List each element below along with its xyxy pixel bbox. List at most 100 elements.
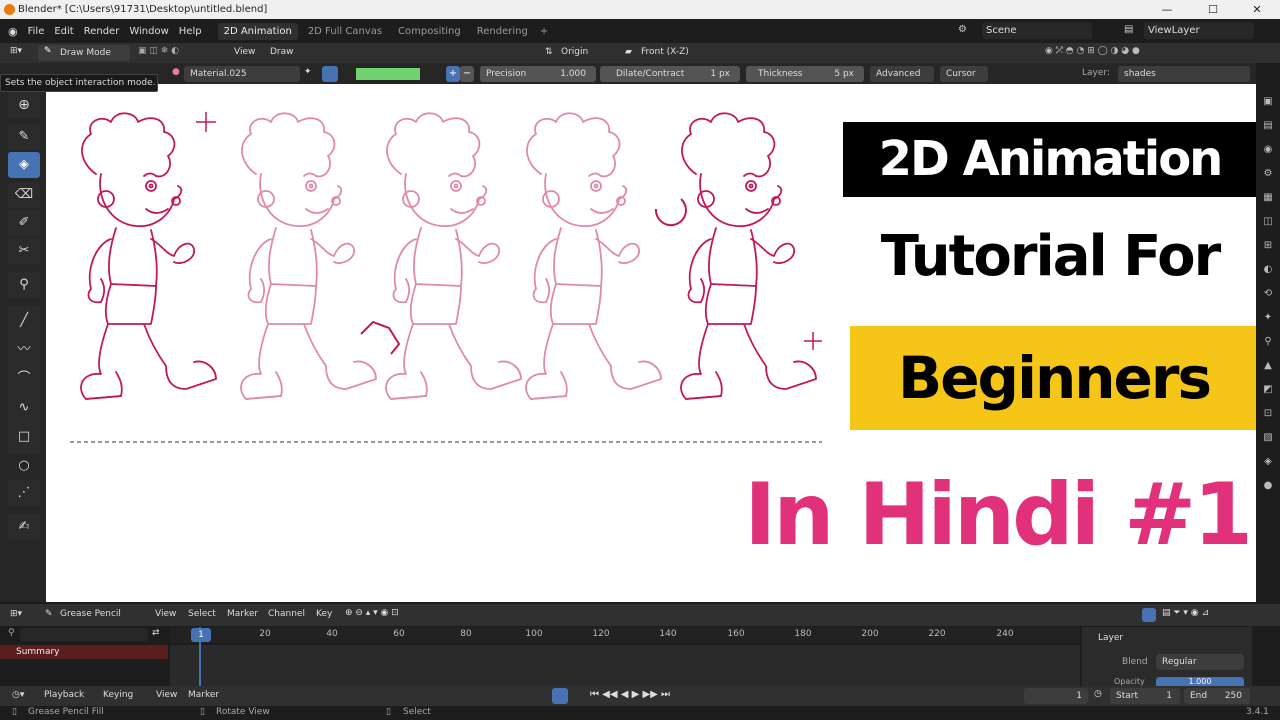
timeline-key-menu[interactable]: Key bbox=[316, 609, 332, 619]
advanced-dropdown[interactable]: Advanced bbox=[870, 66, 934, 82]
layer-panel-title[interactable]: Layer bbox=[1098, 633, 1123, 643]
properties-tabs: ▣ ▤ ◉ ⚙ ▦ ◫ ⊞ ◐ ⟲ ✦ ⚲ ▲ ◩ ⊡ ▧ ◈ ● bbox=[1256, 84, 1280, 602]
tab-rendering[interactable]: Rendering bbox=[471, 23, 534, 40]
blender-menu-icon[interactable]: ◉ bbox=[8, 25, 18, 38]
keying-menu[interactable]: Keying bbox=[103, 690, 133, 700]
orientation-selector[interactable]: Front (X-Z) bbox=[641, 47, 689, 57]
mouse-left-icon: ▯ bbox=[12, 707, 17, 717]
color-swatch[interactable] bbox=[356, 68, 420, 80]
tab-2d-full-canvas[interactable]: 2D Full Canvas bbox=[302, 23, 388, 40]
viewport[interactable]: 2D Animation Tutorial For Beginners In H… bbox=[46, 84, 1258, 602]
playback-menu[interactable]: Playback bbox=[44, 690, 84, 700]
tint-tool-icon[interactable]: ✐ bbox=[8, 210, 40, 236]
layer-add-remove-icons[interactable]: ⊕ ⊖ ▴ ▾ ◉ ⊡ bbox=[345, 608, 399, 618]
precision-field[interactable]: Precision 1.000 bbox=[480, 66, 596, 82]
keyframe-tracks[interactable] bbox=[170, 645, 1080, 687]
transport-controls[interactable]: ⏮ ◀◀ ◀ ▶ ▶▶ ⏭ bbox=[590, 689, 670, 700]
filter-selected-icon[interactable] bbox=[1142, 608, 1156, 622]
window-title: Blender* [C:\Users\91731\Desktop\untitle… bbox=[18, 4, 268, 15]
cursor-dropdown[interactable]: Cursor bbox=[940, 66, 988, 82]
pencil-mode-icon: ✎ bbox=[44, 46, 52, 56]
editor-mode-selector[interactable]: Grease Pencil bbox=[60, 609, 121, 619]
tick-label: 120 bbox=[592, 629, 610, 639]
timeline-marker-menu[interactable]: Marker bbox=[227, 609, 258, 619]
scene-selector[interactable]: Scene bbox=[982, 22, 1092, 39]
timeline-select-menu[interactable]: Select bbox=[188, 609, 216, 619]
timeline-channel-menu[interactable]: Channel bbox=[268, 609, 305, 619]
menu-window[interactable]: Window bbox=[129, 26, 168, 37]
minus-icon[interactable]: − bbox=[460, 66, 474, 82]
origin-selector[interactable]: Origin bbox=[561, 47, 588, 57]
layer-selector[interactable]: shades bbox=[1118, 66, 1250, 82]
tool-header: ⊞▾ Draw Mode ✎ ▣ ◫ ❄ ◐ View Draw ⇅ Origi… bbox=[0, 43, 1280, 63]
add-workspace-button[interactable]: + bbox=[534, 23, 554, 40]
timeline-type-icon[interactable]: ◷▾ bbox=[12, 690, 24, 700]
menu-file[interactable]: File bbox=[28, 26, 45, 37]
editor-type-icon[interactable]: ⊞▾ bbox=[10, 46, 22, 56]
layer-panel: Layer Blend Regular Opacity 1.000 bbox=[1082, 627, 1252, 687]
thickness-field[interactable]: Thickness 5 px bbox=[746, 66, 864, 82]
dopesheet-type-icon[interactable]: ⊞▾ bbox=[10, 609, 22, 619]
minimize-button[interactable]: — bbox=[1144, 0, 1190, 19]
draw-tool-icon[interactable]: ✎ bbox=[8, 124, 40, 150]
annotate-tool-icon[interactable]: ✍ bbox=[8, 514, 40, 540]
mode-selector[interactable]: Draw Mode bbox=[38, 45, 130, 61]
boy-frame-5 bbox=[680, 112, 817, 400]
tick-label: 220 bbox=[928, 629, 946, 639]
current-frame-indicator[interactable]: 1 bbox=[191, 628, 211, 642]
shape-tools[interactable]: ╱ 〰 ⌒ ∿ □ ○ bbox=[8, 306, 40, 473]
cursor-tool-icon[interactable]: ⊕ bbox=[8, 92, 40, 118]
boy-frame-3 bbox=[385, 112, 522, 400]
pin-icon[interactable]: ✦ bbox=[304, 67, 312, 77]
filter-icons[interactable]: ▤ ⏷ ▾ ◉ ⊿ bbox=[1162, 608, 1209, 618]
properties-tab-icons[interactable]: ▣ ▤ ◉ ⚙ ▦ ◫ ⊞ ◐ ⟲ ✦ ⚲ ▲ ◩ ⊡ ▧ ◈ ● bbox=[1256, 84, 1280, 498]
tick-label: 240 bbox=[996, 629, 1014, 639]
fill-tool-icon[interactable]: ◈ bbox=[8, 152, 40, 178]
end-frame-field[interactable]: End 250 bbox=[1184, 688, 1250, 704]
title-line-1: 2D Animation bbox=[843, 122, 1257, 197]
record-button[interactable] bbox=[552, 688, 568, 704]
start-frame-field[interactable]: Start 1 bbox=[1110, 688, 1180, 704]
channel-search-input[interactable] bbox=[20, 628, 148, 641]
maximize-button[interactable]: ☐ bbox=[1190, 0, 1236, 19]
blend-dropdown[interactable]: Regular bbox=[1156, 654, 1244, 670]
menu-help[interactable]: Help bbox=[179, 26, 202, 37]
tab-2d-animation[interactable]: 2D Animation bbox=[217, 22, 298, 40]
tick-label: 180 bbox=[794, 629, 812, 639]
edit-toggle-icons[interactable]: ▣ ◫ ❄ ◐ bbox=[138, 46, 179, 56]
current-frame-field[interactable]: 1 bbox=[1024, 688, 1088, 704]
interpolate-tool-icon[interactable]: ⋰ bbox=[8, 480, 40, 506]
erase-tool-icon[interactable]: ⌫ bbox=[8, 182, 40, 208]
timeline-view-menu[interactable]: View bbox=[155, 609, 176, 619]
orientation-icon: ▰ bbox=[625, 47, 632, 57]
status-bar: ▯ Grease Pencil Fill ▯ Rotate View ▯ Sel… bbox=[0, 706, 1280, 720]
cutter-tool-icon[interactable]: ✂ bbox=[8, 238, 40, 264]
menu-render[interactable]: Render bbox=[84, 26, 120, 37]
summary-channel[interactable]: Summary bbox=[0, 645, 168, 659]
search-icon[interactable]: ⚲ bbox=[8, 628, 15, 638]
mouse-middle-icon: ▯ bbox=[200, 707, 205, 717]
view-layer-selector[interactable]: ViewLayer bbox=[1144, 22, 1254, 39]
tick-label: 60 bbox=[393, 629, 405, 639]
draw-menu[interactable]: Draw bbox=[270, 47, 294, 57]
close-button[interactable]: ✕ bbox=[1234, 0, 1280, 19]
plus-icon[interactable]: + bbox=[446, 66, 460, 82]
material-selector[interactable]: Material.025 bbox=[184, 66, 300, 82]
status-left-hint: Grease Pencil Fill bbox=[28, 707, 104, 717]
menu-edit[interactable]: Edit bbox=[54, 26, 73, 37]
tooltip: Sets the object interaction mode. bbox=[0, 74, 158, 92]
eyedropper-tool-icon[interactable]: ⚲ bbox=[8, 272, 40, 298]
tab-compositing[interactable]: Compositing bbox=[392, 23, 467, 40]
viewport-shading-icons[interactable]: ◉ ⤱ ◓ ◔ ⊞ ◯ ◑ ◕ ● bbox=[1045, 46, 1140, 56]
playback-view-menu[interactable]: View bbox=[156, 690, 177, 700]
dilate-field[interactable]: Dilate/Contract 1 px bbox=[600, 66, 740, 82]
view-menu[interactable]: View bbox=[234, 47, 255, 57]
color-mode-icon[interactable] bbox=[322, 66, 338, 82]
crosshair-marker-2 bbox=[804, 332, 822, 350]
crosshair-marker-1 bbox=[196, 112, 216, 132]
swap-icon[interactable]: ⇄ bbox=[152, 628, 160, 638]
boy-frame-1 bbox=[80, 112, 217, 400]
mouse-right-icon: ▯ bbox=[386, 707, 391, 717]
playback-marker-menu[interactable]: Marker bbox=[188, 690, 219, 700]
title-line-3: Beginners bbox=[850, 326, 1258, 430]
